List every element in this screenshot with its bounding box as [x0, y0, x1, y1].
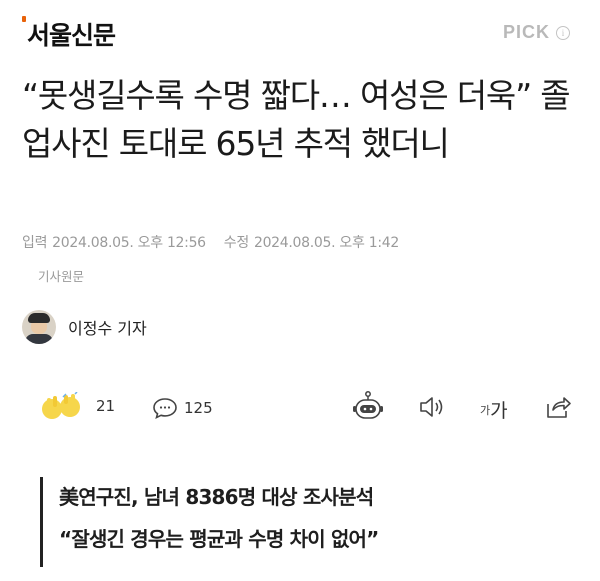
top-bar: 서울신문 PICK i	[0, 0, 600, 66]
article-summary: 美연구진, 남녀 8386명 대상 조사분석 “잘생긴 경우는 평균과 수명 차…	[40, 477, 579, 567]
comment-icon	[153, 398, 177, 419]
reaction-count: 21	[96, 397, 116, 415]
font-size-small-icon: 가	[480, 403, 491, 417]
action-bar: 21 125 가가	[0, 386, 600, 430]
tts-button[interactable]	[351, 390, 385, 424]
font-size-button[interactable]: 가가	[480, 396, 508, 423]
logo-accent-mark	[22, 16, 26, 22]
input-label: 입력	[22, 235, 48, 251]
reporter-name[interactable]: 이정수 기자	[68, 315, 147, 339]
reaction-emoji-icon	[38, 391, 90, 420]
summary-line-1: 美연구진, 남녀 8386명 대상 조사분석	[59, 485, 374, 509]
original-article-link[interactable]: 기사원문	[38, 266, 84, 285]
input-time-group: 입력 2024.08.05. 오후 12:56	[22, 232, 206, 252]
avatar-suit	[25, 334, 53, 344]
pick-badge[interactable]: PICK i	[503, 22, 570, 43]
reaction-button[interactable]: 21	[38, 391, 116, 420]
modified-label: 수정	[223, 235, 249, 251]
article-meta: 입력 2024.08.05. 오후 12:56 수정 2024.08.05. 오…	[22, 232, 399, 252]
comment-count: 125	[184, 399, 213, 417]
comment-button[interactable]: 125	[152, 396, 213, 420]
share-icon	[547, 397, 571, 418]
font-size-label: 가	[490, 400, 508, 422]
reporter-byline[interactable]: 이정수 기자	[22, 310, 147, 344]
robot-speaker-icon	[353, 391, 383, 419]
pick-label: PICK	[502, 22, 550, 42]
input-time: 2024.08.05. 오후 12:56	[52, 235, 206, 251]
sound-button[interactable]	[418, 395, 446, 419]
info-icon[interactable]: i	[556, 25, 570, 40]
avatar[interactable]	[22, 310, 56, 344]
summary-line-2: “잘생긴 경우는 평균과 수명 차이 없어”	[59, 527, 379, 551]
publisher-logo[interactable]: 서울신문	[27, 16, 116, 52]
modified-time: 2024.08.05. 오후 1:42	[253, 235, 399, 251]
avatar-hair	[28, 313, 50, 323]
speaker-icon	[420, 397, 443, 417]
share-button[interactable]	[544, 394, 572, 420]
article-headline: “못생길수록 수명 짧다… 여성은 더욱” 졸업사진 토대로 65년 추적 했더…	[22, 76, 571, 163]
modified-time-group: 수정 2024.08.05. 오후 1:42	[224, 232, 399, 252]
